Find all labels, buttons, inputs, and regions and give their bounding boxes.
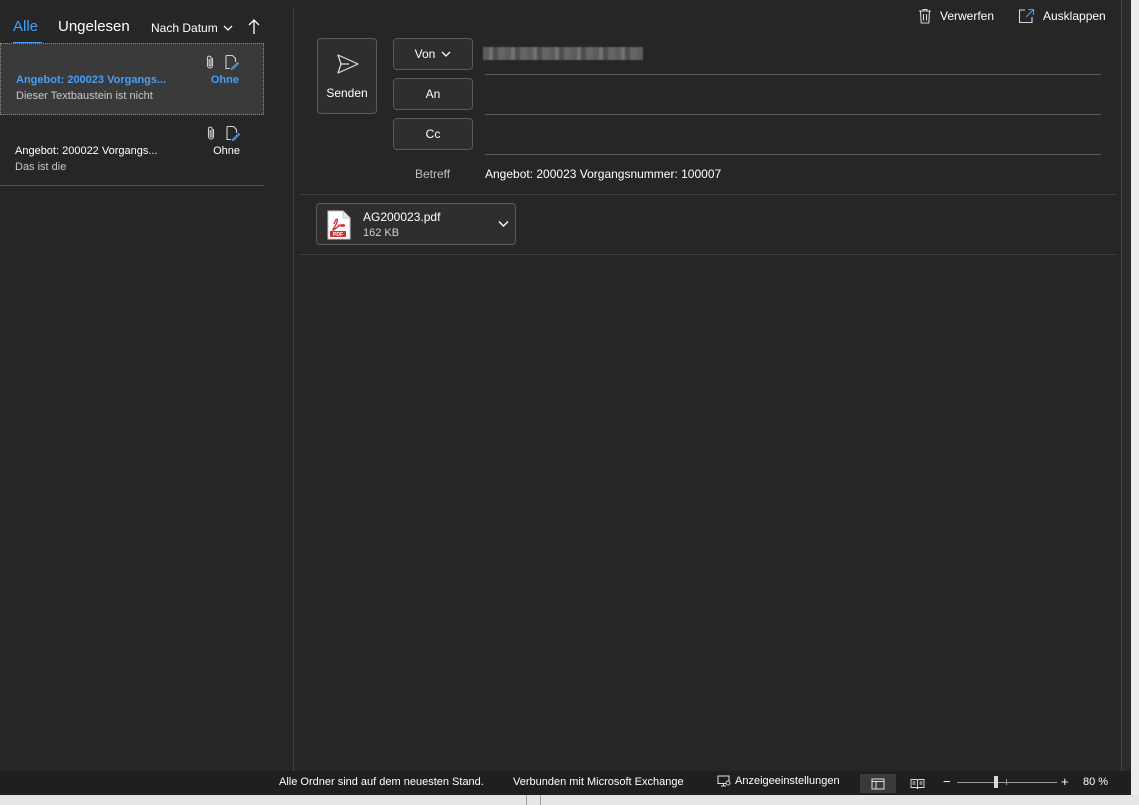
background-line (540, 795, 541, 805)
display-settings-button[interactable]: Anzeigeeinstellungen (717, 775, 840, 787)
subject-field[interactable]: Angebot: 200023 Vorgangsnummer: 100007 (485, 167, 721, 181)
from-label: Von (414, 47, 436, 61)
reading-view-icon (910, 778, 924, 789)
list-divider (0, 185, 264, 186)
popout-button[interactable]: Ausklappen (1018, 8, 1106, 24)
normal-view-icon (871, 778, 885, 789)
message-item[interactable]: Angebot: 200022 Vorgangs... Ohne Das ist… (0, 115, 264, 187)
chevron-down-icon[interactable] (498, 220, 509, 228)
attachment-filename: AG200023.pdf (363, 210, 441, 224)
to-label: An (425, 87, 441, 101)
message-icons (206, 125, 240, 141)
tab-unread[interactable]: Ungelesen (58, 18, 130, 35)
cc-label: Cc (425, 127, 441, 141)
display-settings-icon (717, 775, 731, 787)
sync-status: Alle Ordner sind auf dem neuesten Stand. (279, 776, 484, 788)
filter-bar: Alle Ungelesen Nach Datum (0, 8, 294, 44)
attachment-size: 162 KB (363, 227, 400, 239)
from-field-line (485, 74, 1101, 75)
desktop-background (1131, 0, 1139, 805)
draft-edit-icon (226, 125, 240, 141)
cc-button[interactable]: Cc (393, 118, 473, 150)
popout-icon (1018, 8, 1035, 24)
message-subject: Angebot: 200023 Vorgangs... (16, 74, 167, 86)
draft-edit-icon (225, 54, 239, 70)
sort-direction-arrow-up-icon[interactable] (247, 18, 261, 36)
chevron-down-icon (223, 25, 233, 31)
zoom-slider-thumb[interactable] (994, 776, 998, 788)
message-list-pane: Alle Ungelesen Nach Datum Angebot: 20002… (0, 8, 294, 771)
paperclip-icon (207, 126, 215, 140)
tab-all[interactable]: Alle (13, 18, 38, 35)
message-category: Ohne (210, 74, 239, 86)
reading-view-button[interactable] (899, 774, 935, 793)
header-divider (299, 194, 1117, 195)
message-body[interactable] (299, 256, 1117, 766)
popout-label: Ausklappen (1043, 9, 1106, 23)
message-icons (205, 54, 239, 70)
to-field[interactable] (485, 114, 1101, 115)
from-address-redacted (483, 47, 643, 60)
status-bar: Alle Ordner sind auf dem neuesten Stand.… (0, 771, 1131, 795)
subject-label: Betreff (415, 167, 451, 181)
sort-label: Nach Datum (151, 21, 218, 35)
send-label: Senden (326, 86, 368, 100)
compose-pane: Verwerfen Ausklappen Senden Von An Cc Be… (299, 0, 1122, 771)
message-subject: Angebot: 200022 Vorgangs... (15, 145, 158, 157)
zoom-in-button[interactable]: + (1061, 774, 1069, 789)
trash-icon (919, 8, 931, 24)
svg-text:PDF: PDF (333, 232, 343, 238)
chevron-down-icon (441, 51, 451, 57)
zoom-slider-track[interactable] (957, 782, 1057, 783)
zoom-out-button[interactable]: − (943, 774, 951, 789)
send-icon (337, 54, 359, 74)
message-preview: Das ist die (15, 161, 67, 173)
display-settings-label: Anzeigeeinstellungen (735, 775, 840, 787)
normal-view-button[interactable] (860, 774, 896, 793)
message-preview: Dieser Textbaustein ist nicht (16, 90, 153, 102)
desktop-background-bottom (0, 795, 1139, 805)
paperclip-icon (206, 55, 214, 69)
discard-label: Verwerfen (940, 9, 995, 23)
send-button[interactable]: Senden (317, 38, 377, 114)
outlook-window: Alle Ungelesen Nach Datum Angebot: 20002… (0, 0, 1131, 795)
window-edge (1121, 0, 1131, 795)
background-line (526, 795, 527, 805)
zoom-level[interactable]: 80 % (1083, 776, 1108, 788)
zoom-slider-midmark (1006, 779, 1007, 785)
sort-by-date-button[interactable]: Nach Datum (151, 21, 233, 35)
message-item[interactable]: Angebot: 200023 Vorgangs... Ohne Dieser … (0, 43, 264, 115)
cc-field[interactable] (485, 154, 1101, 155)
attachment-divider (299, 254, 1117, 255)
pdf-file-icon: PDF (327, 210, 351, 240)
attachment-card[interactable]: PDF AG200023.pdf 162 KB (316, 203, 516, 245)
connection-status: Verbunden mit Microsoft Exchange (513, 776, 684, 788)
discard-button[interactable]: Verwerfen (918, 8, 994, 24)
to-button[interactable]: An (393, 78, 473, 110)
from-button[interactable]: Von (393, 38, 473, 70)
message-category: Ohne (213, 145, 240, 157)
